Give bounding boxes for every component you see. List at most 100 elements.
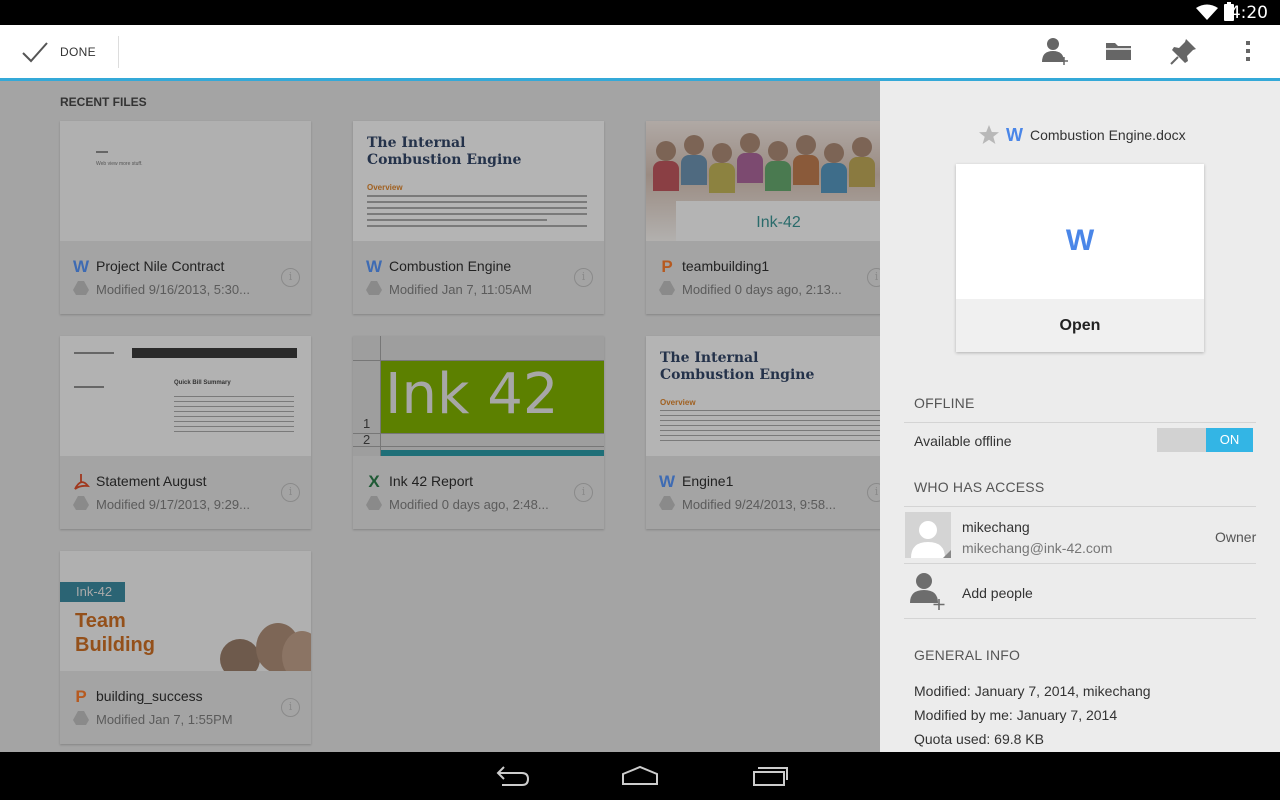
file-card-combustion-engine[interactable]: The Internal Combustion Engine Overview … bbox=[353, 121, 604, 314]
powerpoint-icon: P bbox=[661, 257, 673, 276]
thumbnail-text: Ink 42 bbox=[385, 362, 559, 427]
divider bbox=[904, 506, 1256, 507]
thumbnail-heading: Quick Bill Summary bbox=[174, 380, 231, 386]
home-icon[interactable] bbox=[620, 764, 660, 788]
info-icon[interactable]: i bbox=[867, 483, 880, 502]
add-person-icon[interactable] bbox=[909, 571, 945, 611]
file-card-teambuilding1[interactable]: Ink-42 P teambuilding1 Modified 0 days a… bbox=[646, 121, 880, 314]
file-card-project-nile-contract[interactable]: Web view more stuff. W Project Nile Cont… bbox=[60, 121, 311, 314]
file-modified: Modified Jan 7, 11:05AM bbox=[389, 282, 532, 297]
file-modified: Modified 0 days ago, 2:48... bbox=[389, 497, 549, 512]
file-thumbnail: Ink-42 bbox=[646, 121, 880, 241]
file-preview[interactable]: W Open bbox=[956, 164, 1204, 352]
user-name: mikechang bbox=[962, 519, 1030, 535]
access-heading: WHO HAS ACCESS bbox=[914, 479, 1045, 495]
open-button[interactable]: Open bbox=[956, 299, 1204, 352]
available-offline-label: Available offline bbox=[914, 433, 1012, 449]
drive-icon bbox=[73, 281, 89, 295]
quota-info: Quota used: 69.8 KB bbox=[914, 731, 1044, 747]
back-icon[interactable] bbox=[492, 764, 532, 788]
file-name: Ink 42 Report bbox=[389, 473, 474, 489]
file-name: teambuilding1 bbox=[682, 258, 770, 274]
word-icon: W bbox=[365, 257, 383, 276]
photo-banner: Ink-42 bbox=[676, 201, 880, 241]
excel-icon: X bbox=[368, 472, 380, 491]
word-icon: W bbox=[72, 257, 90, 276]
add-people-button[interactable]: Add people bbox=[962, 585, 1033, 601]
info-icon[interactable]: i bbox=[281, 483, 300, 502]
folder-icon[interactable] bbox=[1104, 36, 1134, 66]
recent-files-area: RECENT FILES Web view more stuff. W Proj… bbox=[0, 81, 880, 752]
file-modified: Modified 9/24/2013, 9:58... bbox=[682, 497, 836, 512]
word-icon: W bbox=[658, 472, 676, 491]
word-icon: W bbox=[1065, 224, 1095, 257]
file-modified: Modified 0 days ago, 2:13... bbox=[682, 282, 842, 297]
info-icon[interactable]: i bbox=[574, 483, 593, 502]
offline-toggle[interactable]: ON bbox=[1157, 428, 1253, 452]
file-name: Project Nile Contract bbox=[96, 258, 225, 274]
divider bbox=[904, 563, 1256, 564]
add-person-icon[interactable] bbox=[1040, 36, 1070, 66]
thumbnail-subtitle: Overview bbox=[367, 183, 403, 192]
info-icon[interactable]: i bbox=[867, 268, 880, 287]
star-icon[interactable] bbox=[978, 124, 1000, 146]
details-file-name: Combustion Engine.docx bbox=[1030, 127, 1186, 143]
drive-icon bbox=[659, 496, 675, 510]
action-bar bbox=[0, 25, 1280, 78]
status-bar: 4:20 bbox=[0, 0, 1280, 25]
group-photo: Ink-42 bbox=[646, 121, 880, 241]
file-modified: Modified 9/16/2013, 5:30... bbox=[96, 282, 250, 297]
info-icon[interactable]: i bbox=[574, 268, 593, 287]
thumbnail-title: The Internal Combustion Engine bbox=[367, 135, 522, 168]
navigation-bar bbox=[0, 752, 1280, 800]
pdf-icon bbox=[74, 474, 90, 490]
drive-icon bbox=[366, 496, 382, 510]
word-icon: W bbox=[1006, 124, 1023, 145]
info-icon[interactable]: i bbox=[281, 698, 300, 717]
thumbnail-text-lines bbox=[660, 410, 880, 445]
file-card-engine1[interactable]: The Internal Combustion Engine Overview … bbox=[646, 336, 880, 529]
section-heading: RECENT FILES bbox=[60, 95, 147, 109]
drive-icon bbox=[73, 496, 89, 510]
checkmark-icon bbox=[22, 41, 48, 62]
details-title: W Combustion Engine.docx bbox=[978, 124, 1186, 146]
divider bbox=[904, 422, 1256, 423]
done-button[interactable]: DONE bbox=[14, 25, 118, 78]
modified-by-me-info: Modified by me: January 7, 2014 bbox=[914, 707, 1118, 723]
file-name: building_success bbox=[96, 688, 203, 704]
divider bbox=[118, 36, 119, 68]
thumbnail-tag: Ink-42 bbox=[60, 582, 125, 602]
avatar bbox=[905, 512, 951, 558]
drive-icon bbox=[73, 711, 89, 725]
file-thumbnail: Ink-42 Team Building bbox=[60, 551, 311, 671]
file-card-statement-august[interactable]: Quick Bill Summary Statement August Modi… bbox=[60, 336, 311, 529]
powerpoint-icon: P bbox=[75, 687, 87, 706]
file-thumbnail: Ink 42 1 2 bbox=[353, 336, 604, 456]
info-icon[interactable]: i bbox=[281, 268, 300, 287]
file-modified: Modified Jan 7, 1:55PM bbox=[96, 712, 233, 727]
file-thumbnail: Quick Bill Summary bbox=[60, 336, 311, 456]
pin-icon[interactable] bbox=[1169, 36, 1199, 66]
done-label: DONE bbox=[60, 44, 96, 59]
file-thumbnail: The Internal Combustion Engine Overview bbox=[353, 121, 604, 241]
row-number: 2 bbox=[363, 432, 371, 447]
file-card-ink-42-report[interactable]: Ink 42 1 2 X Ink 42 Report Modified 0 da… bbox=[353, 336, 604, 529]
file-thumbnail: The Internal Combustion Engine Overview bbox=[646, 336, 880, 456]
file-name: Combustion Engine bbox=[389, 258, 512, 274]
overflow-menu-icon[interactable] bbox=[1233, 36, 1263, 66]
file-name: Engine1 bbox=[682, 473, 734, 489]
drive-icon bbox=[366, 281, 382, 295]
drive-icon bbox=[659, 281, 675, 295]
file-name: Statement August bbox=[96, 473, 207, 489]
offline-heading: OFFLINE bbox=[914, 395, 975, 411]
thumbnail-title: The Internal Combustion Engine bbox=[660, 350, 815, 383]
thumbnail-text-lines bbox=[174, 396, 294, 436]
file-card-building-success[interactable]: Ink-42 Team Building P building_success … bbox=[60, 551, 311, 744]
default-avatar-icon bbox=[905, 512, 951, 558]
file-thumbnail: Web view more stuff. bbox=[60, 121, 311, 241]
recent-apps-icon[interactable] bbox=[750, 764, 790, 788]
file-modified: Modified 9/17/2013, 9:29... bbox=[96, 497, 250, 512]
clock: 4:20 bbox=[1229, 3, 1268, 23]
toggle-on-label: ON bbox=[1206, 428, 1253, 452]
thumbnail-text-lines bbox=[367, 195, 587, 231]
